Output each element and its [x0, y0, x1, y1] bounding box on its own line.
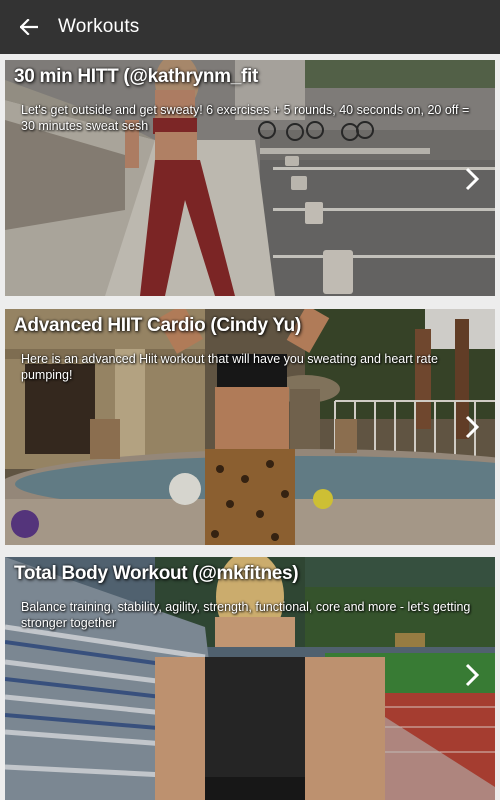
card-overlay — [5, 309, 495, 545]
workout-description: Balance training, stability, agility, st… — [21, 600, 471, 630]
workout-card-hiit-30min[interactable]: 30 min HITT (@kathrynm_fit Let's get out… — [5, 60, 495, 296]
workout-title: 30 min HITT (@kathrynm_fit — [14, 66, 259, 87]
card-overlay — [5, 60, 495, 296]
card-overlay — [5, 557, 495, 800]
app-bar: Workouts — [0, 0, 500, 54]
workout-description: Let's get outside and get sweaty! 6 exer… — [21, 103, 470, 133]
arrow-left-icon — [20, 19, 38, 35]
workout-card-total-body[interactable]: Total Body Workout (@mkfitnes) Balance t… — [5, 557, 495, 800]
chevron-right-icon[interactable] — [463, 166, 481, 192]
workout-title: Advanced HIIT Cardio (Cindy Yu) — [14, 315, 302, 336]
page-title: Workouts — [58, 16, 140, 37]
back-button[interactable] — [0, 0, 58, 54]
chevron-right-icon[interactable] — [463, 414, 481, 440]
workout-description: Here is an advanced Hiit workout that wi… — [21, 352, 438, 382]
workout-title: Total Body Workout (@mkfitnes) — [14, 563, 299, 584]
workout-card-advanced-hiit[interactable]: Advanced HIIT Cardio (Cindy Yu) Here is … — [5, 309, 495, 545]
chevron-right-icon[interactable] — [463, 662, 481, 688]
